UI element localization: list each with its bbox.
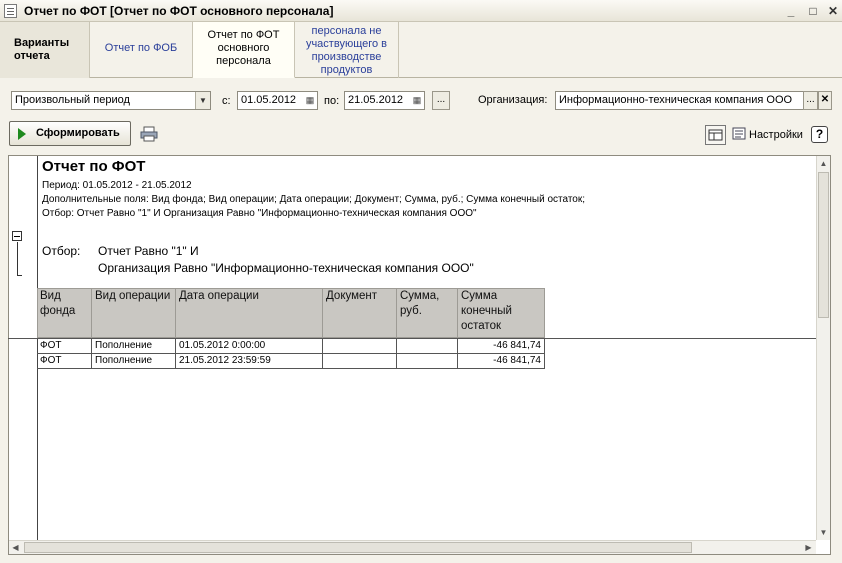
- report-title: Отчет по ФОТ: [42, 158, 146, 175]
- settings-button[interactable]: Настройки: [749, 129, 803, 141]
- scroll-up-icon[interactable]: ▲: [817, 157, 830, 170]
- to-date-value: 21.05.2012: [348, 94, 404, 106]
- organization-select-button[interactable]: ...: [803, 91, 818, 110]
- cell-operation: Пополнение: [92, 354, 176, 369]
- cell-balance: -46 841,74: [458, 339, 545, 354]
- cell-fund: ФОТ: [37, 339, 92, 354]
- organization-clear-button[interactable]: ✕: [818, 91, 832, 110]
- period-type-value: Произвольный период: [15, 94, 130, 106]
- calendar-icon[interactable]: ▦: [410, 92, 424, 109]
- from-date-value: 01.05.2012: [241, 94, 297, 106]
- tab-report-variants[interactable]: Варианты отчета: [0, 22, 90, 78]
- group-bracket: [17, 242, 18, 275]
- close-button[interactable]: ✕: [825, 3, 841, 19]
- chevron-down-icon[interactable]: ▼: [195, 92, 210, 109]
- generate-button-label: Сформировать: [36, 127, 120, 139]
- to-label: по:: [324, 95, 340, 107]
- table-row[interactable]: ФОТ Пополнение 01.05.2012 0:00:00 -46 84…: [37, 339, 545, 354]
- collapse-group-icon[interactable]: [12, 231, 22, 241]
- document-icon: [4, 4, 17, 18]
- scroll-left-icon[interactable]: ◀: [9, 541, 22, 554]
- cell-date: 21.05.2012 23:59:59: [176, 354, 323, 369]
- scroll-down-icon[interactable]: ▼: [817, 526, 830, 539]
- cell-document: [323, 339, 397, 354]
- filter-condition-1: Отчет Равно "1" И: [98, 244, 199, 258]
- column-header-fund: Вид фонда: [37, 288, 92, 338]
- from-label: с:: [222, 95, 231, 107]
- layout-toggle-button[interactable]: [705, 125, 726, 145]
- cell-operation: Пополнение: [92, 339, 176, 354]
- organization-field[interactable]: Информационно-техническая компания ООО: [555, 91, 819, 110]
- cell-document: [323, 354, 397, 369]
- row-divider: [545, 338, 816, 339]
- table-row[interactable]: ФОТ Пополнение 21.05.2012 23:59:59 -46 8…: [37, 354, 545, 369]
- tab-non-production-staff[interactable]: персонала не участвующего в производстве…: [295, 22, 399, 78]
- play-icon: [18, 128, 26, 140]
- filter-label: Отбор:: [42, 244, 81, 258]
- calendar-icon[interactable]: ▦: [303, 92, 317, 109]
- period-type-select[interactable]: Произвольный период: [11, 91, 211, 110]
- tab-fot-main-staff[interactable]: Отчет по ФОТ основного персонала: [193, 22, 295, 78]
- scroll-right-icon[interactable]: ▶: [802, 541, 815, 554]
- column-header-balance: Сумма конечный остаток: [461, 290, 512, 332]
- horizontal-scroll-thumb[interactable]: [24, 542, 692, 553]
- window-title: Отчет по ФОТ [Отчет по ФОТ основного пер…: [24, 4, 334, 18]
- period-select-button[interactable]: ...: [432, 91, 450, 110]
- printer-icon[interactable]: [140, 126, 158, 142]
- row-divider: [8, 338, 37, 339]
- minimize-button[interactable]: _: [783, 3, 799, 19]
- table-layout-icon: [708, 129, 723, 141]
- column-header-document: Документ: [323, 288, 397, 338]
- maximize-button[interactable]: □: [805, 3, 821, 19]
- report-period: Период: 01.05.2012 - 21.05.2012: [42, 180, 192, 191]
- help-button[interactable]: ?: [811, 126, 828, 143]
- tab-fob-report[interactable]: Отчет по ФОБ: [90, 22, 193, 78]
- generate-button[interactable]: Сформировать: [9, 121, 131, 146]
- report-filter-line: Отбор: Отчет Равно "1" И Организация Рав…: [42, 208, 477, 219]
- organization-label: Организация:: [478, 94, 548, 106]
- vertical-scroll-thumb[interactable]: [818, 172, 829, 318]
- column-header-operation: Вид операции: [92, 288, 176, 338]
- report-extra-fields: Дополнительные поля: Вид фонда; Вид опер…: [42, 194, 586, 205]
- cell-sum: [397, 339, 458, 354]
- cell-date: 01.05.2012 0:00:00: [176, 339, 323, 354]
- cell-fund: ФОТ: [37, 354, 92, 369]
- column-header-date: Дата операции: [176, 288, 323, 338]
- column-header-sum: Сумма, руб.: [397, 288, 458, 338]
- group-bracket-end: [17, 275, 22, 276]
- filter-condition-2: Организация Равно "Информационно-техниче…: [98, 261, 474, 275]
- settings-icon: [732, 127, 747, 141]
- organization-value: Информационно-техническая компания ООО: [559, 94, 793, 106]
- cell-balance: -46 841,74: [458, 354, 545, 369]
- cell-sum: [397, 354, 458, 369]
